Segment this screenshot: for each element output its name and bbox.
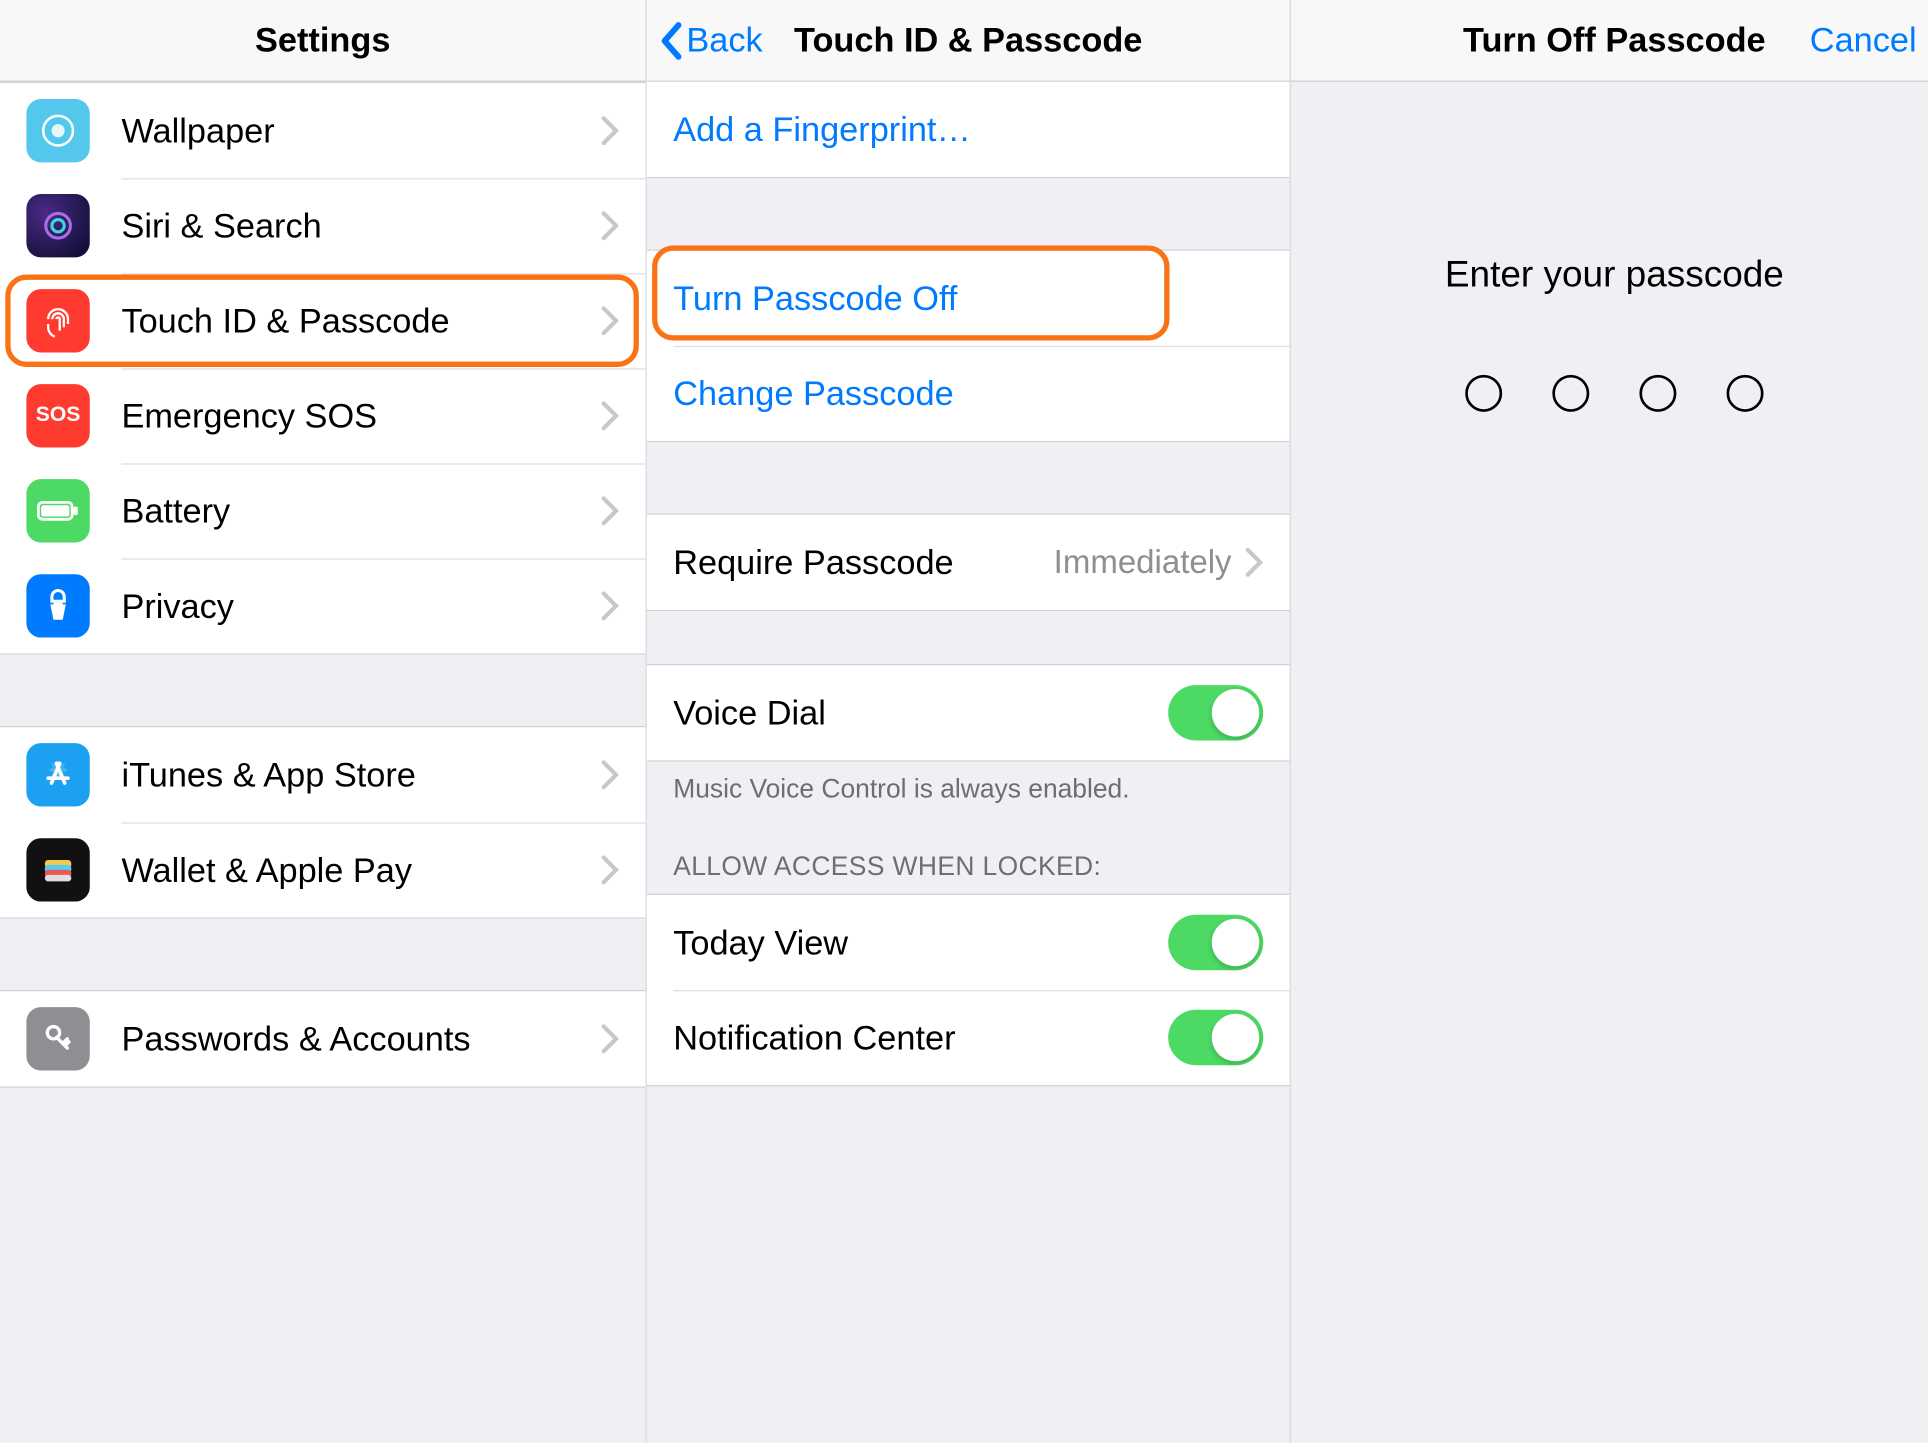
voice-dial-toggle[interactable] (1168, 685, 1263, 740)
chevron-right-icon (601, 1024, 619, 1053)
settings-row-touchid[interactable]: Touch ID & Passcode (0, 273, 645, 368)
require-passcode-row[interactable]: Require Passcode Immediately (647, 515, 1290, 610)
change-passcode-button[interactable]: Change Passcode (647, 346, 1290, 441)
settings-row-sos[interactable]: SOS Emergency SOS (0, 368, 645, 463)
settings-title: Settings (255, 20, 390, 61)
voice-dial-row[interactable]: Voice Dial (647, 665, 1290, 760)
passcode-dots (1291, 375, 1928, 412)
siri-icon (26, 194, 89, 257)
settings-row-label: Wallet & Apple Pay (121, 849, 600, 890)
passcode-dot-2[interactable] (1552, 375, 1589, 412)
turnoff-panel: Turn Off Passcode Cancel Enter your pass… (1291, 0, 1928, 1443)
turn-passcode-off-button[interactable]: Turn Passcode Off (647, 251, 1290, 346)
settings-row-label: Touch ID & Passcode (121, 300, 600, 341)
settings-row-label: Wallpaper (121, 110, 600, 151)
change-passcode-label: Change Passcode (673, 373, 953, 414)
touchid-panel: Back Touch ID & Passcode Add a Fingerpri… (647, 0, 1291, 1443)
appstore-icon (26, 743, 89, 806)
settings-row-label: Emergency SOS (121, 395, 600, 436)
wallpaper-icon (26, 99, 89, 162)
settings-panel: Settings Wallpaper Siri & Search Touch I… (0, 0, 647, 1443)
back-label: Back (686, 20, 762, 61)
settings-row-itunes[interactable]: iTunes & App Store (0, 727, 645, 822)
passcode-prompt: Enter your passcode (1291, 253, 1928, 295)
chevron-right-icon (601, 496, 619, 525)
require-group: Require Passcode Immediately (647, 513, 1290, 611)
notification-center-label: Notification Center (673, 1017, 1168, 1058)
chevron-right-icon (601, 306, 619, 335)
chevron-right-icon (601, 116, 619, 145)
chevron-right-icon (1245, 548, 1263, 577)
touchid-title: Touch ID & Passcode (794, 20, 1142, 61)
voice-dial-label: Voice Dial (673, 692, 1168, 733)
add-fingerprint-label: Add a Fingerprint… (673, 109, 971, 150)
chevron-left-icon (657, 20, 683, 60)
notification-center-toggle[interactable] (1168, 1010, 1263, 1065)
settings-group-3: Passwords & Accounts (0, 990, 645, 1088)
turnoff-navbar: Turn Off Passcode Cancel (1291, 0, 1928, 82)
settings-row-passwords[interactable]: Passwords & Accounts (0, 991, 645, 1086)
passcode-actions-group: Turn Passcode Off Change Passcode (647, 249, 1290, 442)
turn-passcode-off-label: Turn Passcode Off (673, 278, 957, 319)
chevron-right-icon (601, 401, 619, 430)
battery-icon (26, 479, 89, 542)
notification-center-row[interactable]: Notification Center (647, 990, 1290, 1085)
cancel-button[interactable]: Cancel (1810, 20, 1917, 61)
privacy-icon (26, 574, 89, 637)
passcode-dot-1[interactable] (1465, 375, 1502, 412)
back-button[interactable]: Back (657, 20, 762, 61)
require-passcode-value: Immediately (1054, 543, 1232, 581)
key-icon (26, 1007, 89, 1070)
settings-row-label: Passwords & Accounts (121, 1018, 600, 1059)
voice-dial-footer: Music Voice Control is always enabled. (647, 762, 1290, 813)
settings-group-2: iTunes & App Store Wallet & Apple Pay (0, 726, 645, 919)
cancel-label: Cancel (1810, 20, 1917, 60)
today-view-toggle[interactable] (1168, 915, 1263, 970)
chevron-right-icon (601, 760, 619, 789)
settings-row-battery[interactable]: Battery (0, 463, 645, 558)
today-view-row[interactable]: Today View (647, 895, 1290, 990)
require-passcode-label: Require Passcode (673, 542, 1053, 583)
settings-row-label: iTunes & App Store (121, 754, 600, 795)
chevron-right-icon (601, 855, 619, 884)
settings-row-privacy[interactable]: Privacy (0, 558, 645, 653)
add-fingerprint-button[interactable]: Add a Fingerprint… (647, 82, 1290, 177)
voice-dial-group: Voice Dial (647, 664, 1290, 762)
chevron-right-icon (601, 591, 619, 620)
fingerprint-group: Add a Fingerprint… (647, 82, 1290, 178)
settings-navbar: Settings (0, 0, 645, 82)
settings-row-label: Battery (121, 490, 600, 531)
today-view-label: Today View (673, 922, 1168, 963)
sos-icon: SOS (26, 384, 89, 447)
settings-group-1: Wallpaper Siri & Search Touch ID & Passc… (0, 82, 645, 655)
touchid-navbar: Back Touch ID & Passcode (647, 0, 1290, 82)
allow-access-header: ALLOW ACCESS WHEN LOCKED: (647, 813, 1290, 894)
settings-row-wallpaper[interactable]: Wallpaper (0, 83, 645, 178)
chevron-right-icon (601, 211, 619, 240)
settings-row-label: Privacy (121, 585, 600, 626)
settings-row-siri[interactable]: Siri & Search (0, 178, 645, 273)
settings-row-wallet[interactable]: Wallet & Apple Pay (0, 822, 645, 917)
turnoff-title: Turn Off Passcode (1463, 20, 1766, 61)
allow-access-group: Today View Notification Center (647, 894, 1290, 1087)
fingerprint-icon (26, 289, 89, 352)
passcode-dot-3[interactable] (1639, 375, 1676, 412)
settings-row-label: Siri & Search (121, 205, 600, 246)
wallet-icon (26, 838, 89, 901)
passcode-dot-4[interactable] (1727, 375, 1764, 412)
